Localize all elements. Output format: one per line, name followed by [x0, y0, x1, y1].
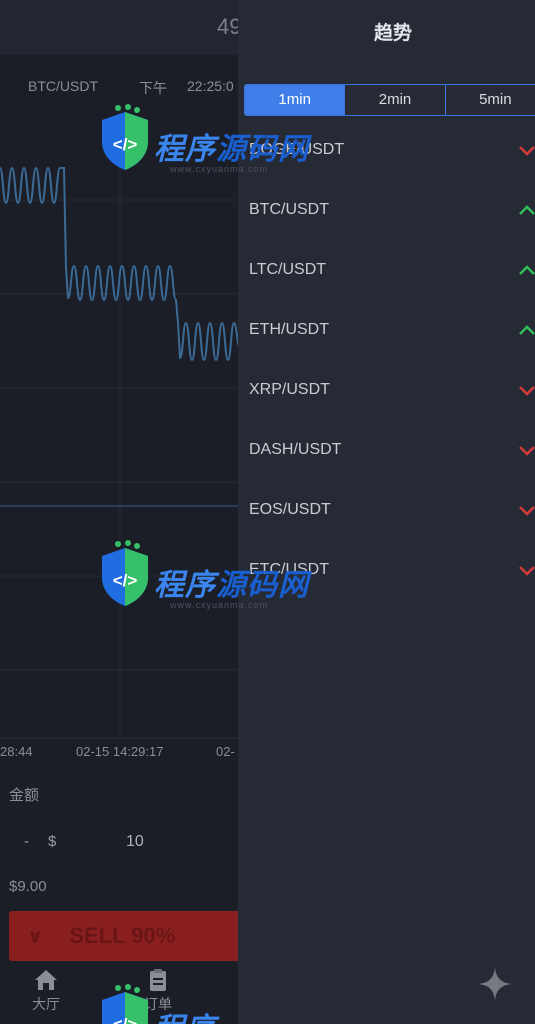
clock-time: 22:25:0 — [187, 78, 234, 94]
trend-row[interactable]: ETH/USDT — [238, 321, 535, 381]
trend-row[interactable]: DASH/USDT — [238, 441, 535, 501]
trend-down-icon — [519, 446, 535, 456]
watermark-text: 程序 — [154, 1004, 216, 1024]
interval-option-2min[interactable]: 2min — [344, 85, 444, 115]
drawer-title: 趋势 — [373, 23, 412, 44]
trend-up-icon — [519, 205, 535, 215]
trend-up-icon — [519, 325, 535, 335]
code-shield-logo-icon: </> — [102, 104, 148, 170]
price-chart[interactable] — [0, 108, 240, 768]
x-axis-tick-label: 02- — [216, 744, 235, 759]
chevron-down-icon: ∨ — [27, 925, 44, 948]
trend-up-icon — [519, 265, 535, 275]
trend-row[interactable]: LTC/USDT — [238, 261, 535, 321]
trend-down-icon — [519, 566, 535, 576]
sell-button-label: SELL 90% — [69, 923, 176, 948]
trend-down-icon — [519, 506, 535, 516]
tab-lobby[interactable]: 大厅 — [16, 968, 76, 1014]
trend-down-icon — [519, 386, 535, 396]
price-chart-svg — [0, 108, 240, 739]
pair-name: LTC/USDT — [249, 261, 327, 278]
watermark-url: www.cxyuanma.com — [170, 600, 269, 610]
payout-value: $9.00 — [9, 878, 47, 895]
watermark-url: www.cxyuanma.com — [170, 164, 269, 174]
x-axis-tick-label: 28:44 — [0, 744, 33, 759]
home-icon — [35, 970, 57, 990]
watermark: </> 程序源码网 www.cxyuanma.com — [96, 540, 326, 620]
amount-input[interactable]: 10 — [126, 833, 144, 851]
time-period-label: 下午 — [139, 80, 167, 96]
pair-label[interactable]: BTC/USDT — [28, 78, 98, 94]
amount-label: 金额 — [9, 787, 40, 804]
watermark-text: 程序源码网 — [154, 133, 309, 166]
svg-text:</>: </> — [113, 571, 138, 590]
watermark: </> 程序源码网 www.cxyuanma.com — [96, 104, 326, 184]
currency-symbol: $ — [48, 833, 57, 850]
code-shield-logo-icon: </> — [102, 540, 148, 606]
pair-name: XRP/USDT — [249, 381, 330, 398]
watermark: </> 程序 — [96, 984, 326, 1024]
tab-label: 大厅 — [32, 996, 60, 1012]
decrease-amount-button[interactable]: - — [24, 833, 29, 850]
sparkle-icon — [478, 967, 512, 1001]
code-shield-logo-icon: </> — [102, 984, 148, 1024]
interval-option-5min[interactable]: 5min — [444, 85, 535, 115]
trend-down-icon — [519, 146, 535, 156]
pair-name: ETH/USDT — [249, 321, 329, 338]
x-axis-tick-label: 02-15 14:29:17 — [76, 744, 164, 759]
trend-row[interactable]: BTC/USDT — [238, 201, 535, 261]
pair-name: BTC/USDT — [249, 201, 329, 218]
sell-button[interactable]: ∨ SELL 90% — [9, 911, 249, 961]
pair-name: DASH/USDT — [249, 441, 342, 458]
svg-text:</>: </> — [113, 1015, 138, 1024]
trend-row[interactable]: XRP/USDT — [238, 381, 535, 441]
svg-text:</>: </> — [113, 135, 138, 154]
pair-name: EOS/USDT — [249, 501, 331, 518]
watermark-text: 程序源码网 — [154, 569, 309, 602]
